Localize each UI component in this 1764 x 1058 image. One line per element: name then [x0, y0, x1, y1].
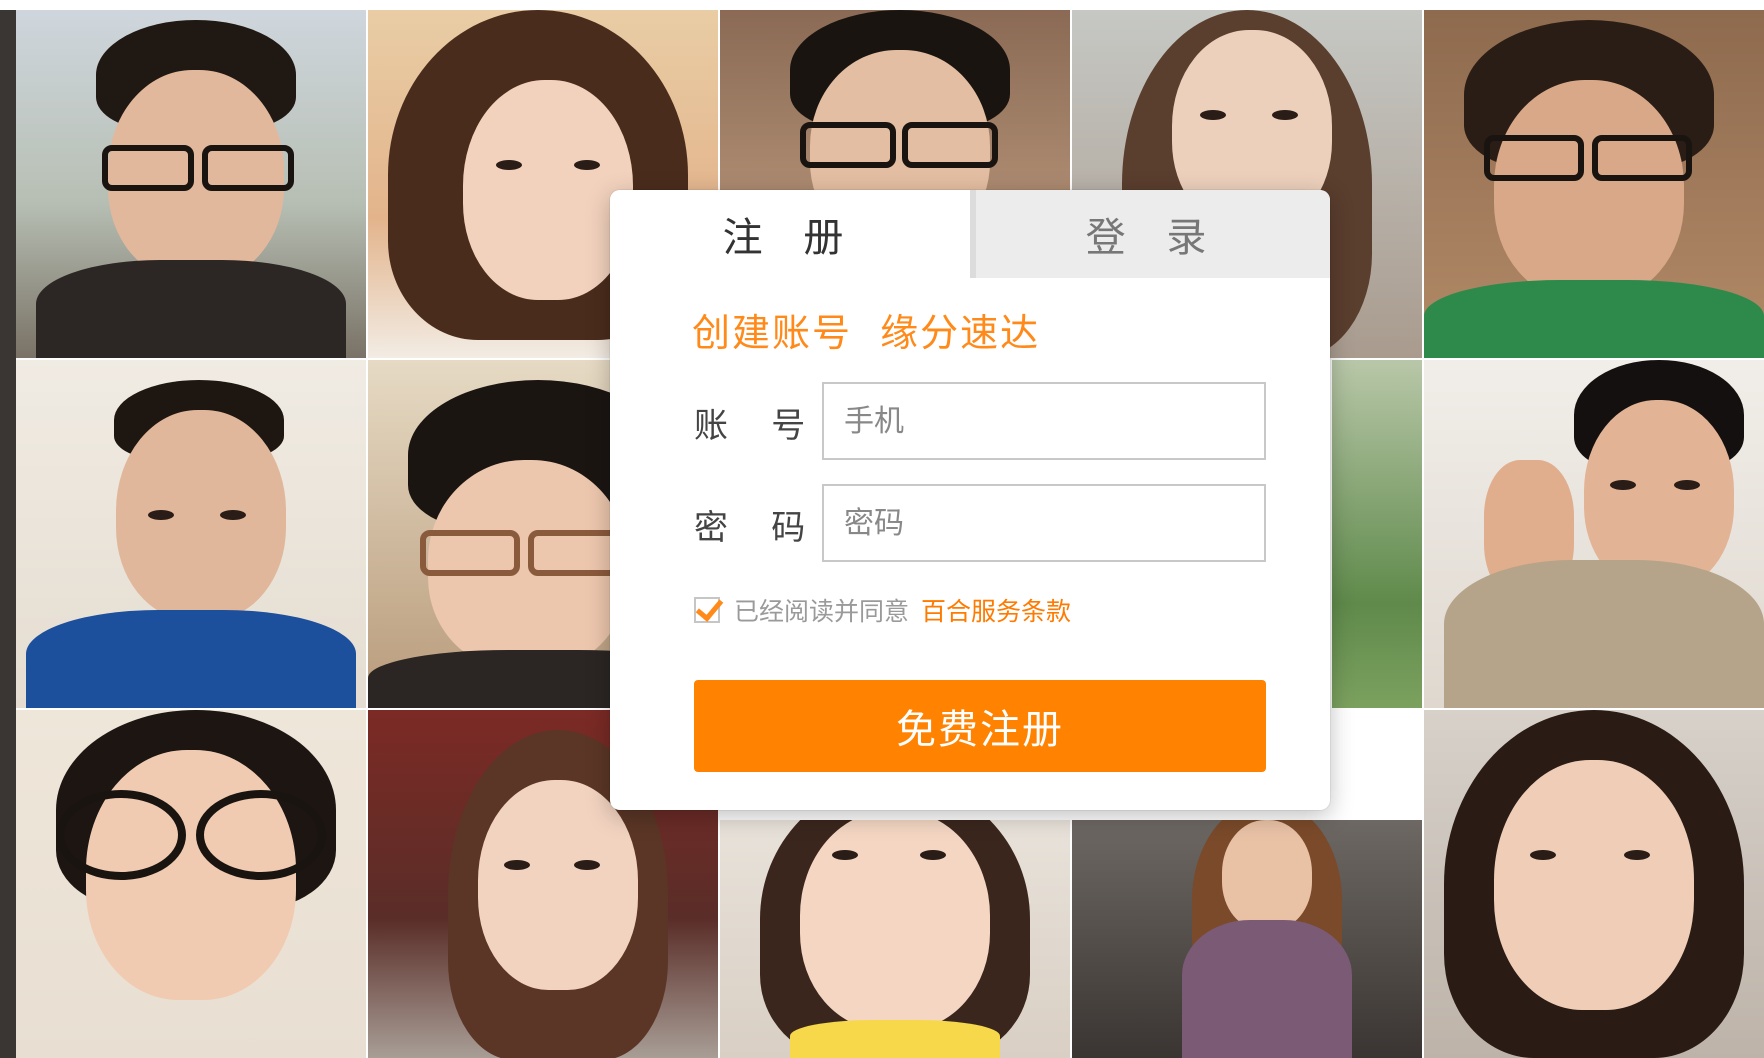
photo-woman-yellow-top: [720, 820, 1070, 1058]
agreement-text: 已经阅读并同意: [734, 597, 910, 626]
slogan: 创建账号 缘分速达: [692, 311, 1041, 355]
photo-woman-round-glasses: [16, 710, 366, 1058]
check-icon: [695, 593, 724, 622]
tab-bar: 注 册 登 录: [610, 190, 1330, 278]
agreement-row: 已经阅读并同意 百合服务条款: [694, 592, 1071, 628]
photo-woman-white-top: [1424, 710, 1764, 1058]
password-input[interactable]: [822, 484, 1266, 562]
photo-man-glasses-scarf: [16, 10, 366, 358]
free-register-button[interactable]: 免费注册: [694, 680, 1266, 772]
register-panel: 注 册 登 录 创建账号 缘分速达 账 号 密 码 已经阅读并同意 百合服务条款…: [610, 190, 1330, 810]
account-label: 账 号: [694, 406, 806, 446]
terms-link[interactable]: 百合服务条款: [921, 592, 1071, 628]
password-label: 密 码: [694, 508, 806, 548]
photo-man-blue-shirt: [16, 360, 366, 708]
tab-login[interactable]: 登 录: [970, 190, 1330, 278]
account-input[interactable]: [822, 382, 1266, 460]
agree-checkbox[interactable]: [694, 593, 724, 623]
tab-register[interactable]: 注 册: [610, 190, 970, 278]
page: 注 册 登 录 创建账号 缘分速达 账 号 密 码 已经阅读并同意 百合服务条款…: [0, 0, 1764, 1058]
photo-woman-purple-tee: [1072, 820, 1422, 1058]
photo-man-glasses-green-shirt: [1424, 10, 1764, 358]
photo-woman-outdoor-partial: [1332, 360, 1422, 708]
photo-man-salute: [1424, 360, 1764, 708]
